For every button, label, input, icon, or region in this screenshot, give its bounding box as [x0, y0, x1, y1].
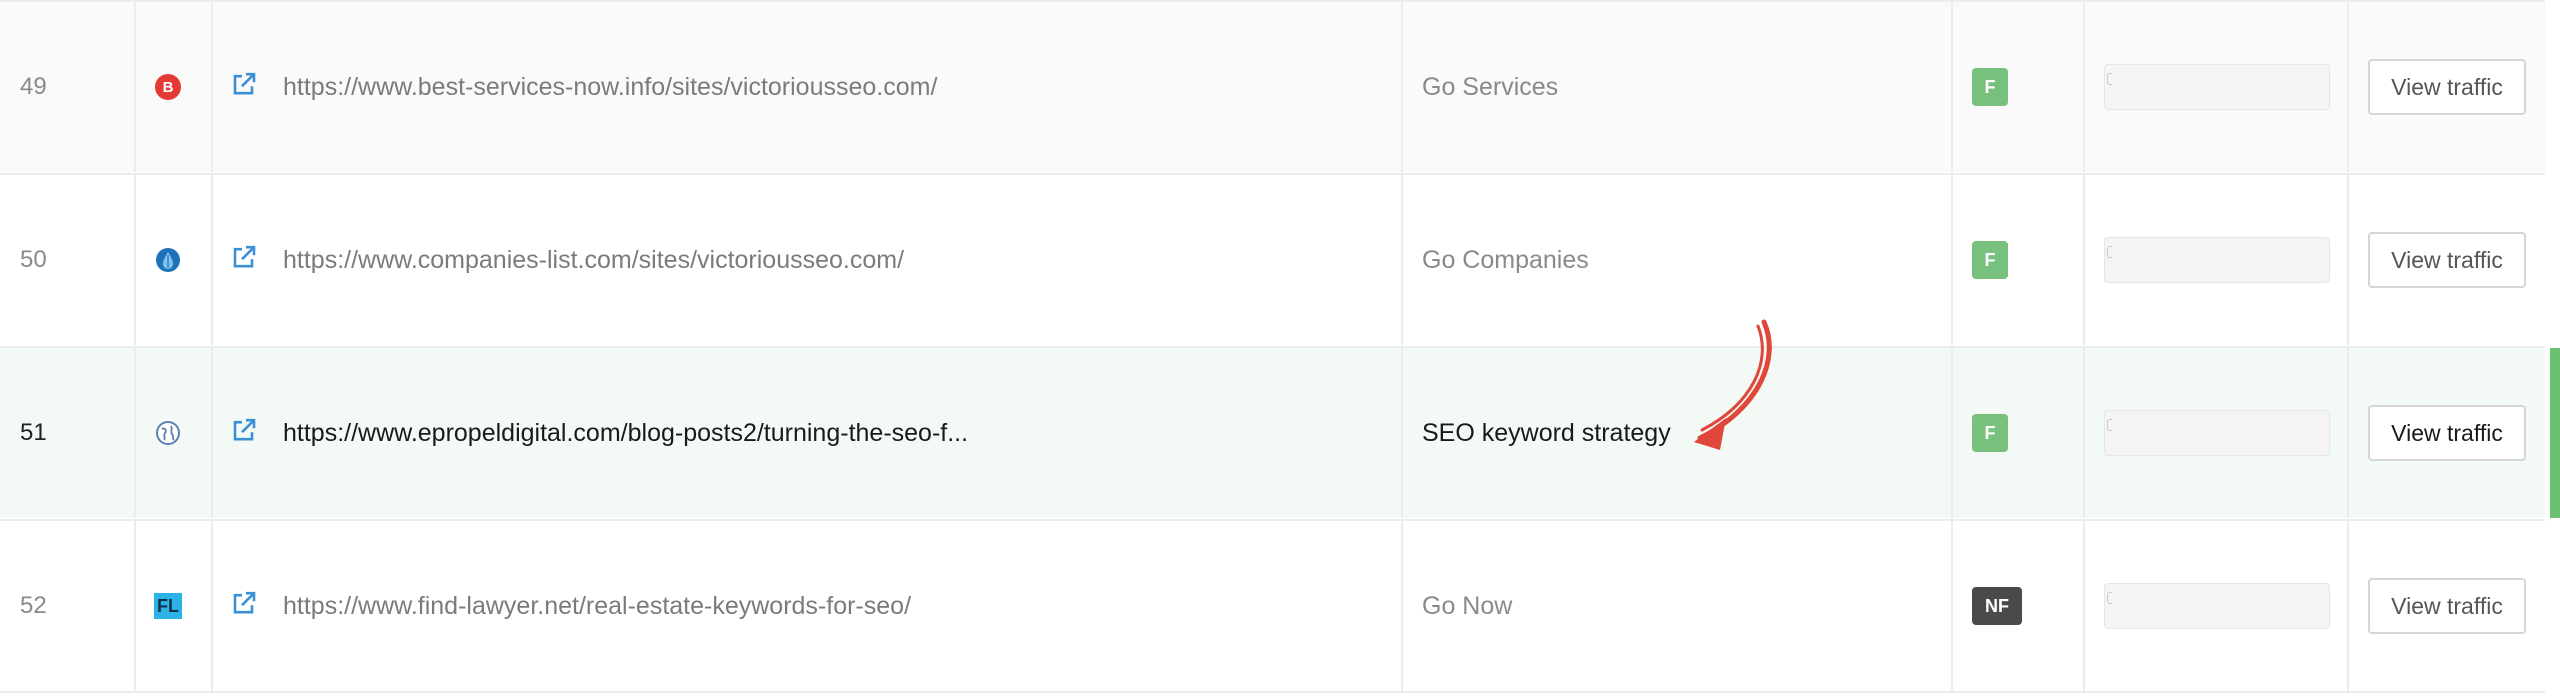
anchor-text: Go Services	[1422, 72, 1559, 101]
external-link-icon[interactable]	[230, 70, 258, 98]
table-row: 49 B https://www.best-services-now.info/…	[0, 0, 2545, 172]
row-number: 51	[20, 419, 47, 446]
globe-icon	[154, 419, 182, 447]
traffic-input[interactable]	[2104, 64, 2330, 110]
anchor-text: SEO keyword strategy	[1422, 418, 1671, 447]
selected-row-indicator	[2550, 348, 2560, 518]
source-url-link[interactable]: https://www.best-services-now.info/sites…	[283, 2, 937, 172]
source-url-link[interactable]: https://www.epropeldigital.com/blog-post…	[283, 348, 968, 518]
fl-logo-icon: FL	[154, 592, 182, 620]
row-number: 50	[20, 246, 47, 273]
view-traffic-button[interactable]: View traffic	[2368, 59, 2526, 115]
view-traffic-button[interactable]: View traffic	[2368, 405, 2526, 461]
row-number: 52	[20, 592, 47, 619]
source-url-link[interactable]: https://www.find-lawyer.net/real-estate-…	[283, 521, 911, 691]
blue-drop-circle-icon	[154, 246, 182, 274]
external-link-icon[interactable]	[230, 243, 258, 271]
follow-badge: F	[1972, 414, 2008, 452]
table-row: 50 https://www.companies-list.com/sites/…	[0, 173, 2545, 345]
follow-badge: F	[1972, 241, 2008, 279]
traffic-input[interactable]	[2104, 583, 2330, 629]
view-traffic-button[interactable]: View traffic	[2368, 578, 2526, 634]
follow-badge: F	[1972, 68, 2008, 106]
table-row-highlighted: 51 https://www.epropeldigital.com/blog-p…	[0, 346, 2560, 518]
svg-text:B: B	[163, 79, 174, 96]
source-url-link[interactable]: https://www.companies-list.com/sites/vic…	[283, 175, 904, 345]
anchor-text: Go Companies	[1422, 245, 1589, 274]
view-traffic-button[interactable]: View traffic	[2368, 232, 2526, 288]
annotation-arrow-icon	[1694, 319, 1772, 450]
backlinks-table: 49 B https://www.best-services-now.info/…	[0, 0, 2560, 696]
traffic-input[interactable]	[2104, 410, 2330, 456]
external-link-icon[interactable]	[230, 416, 258, 444]
b-red-circle-icon: B	[154, 73, 182, 101]
anchor-text: Go Now	[1422, 591, 1513, 620]
row-number: 49	[20, 73, 47, 100]
table-row: 52 FL https://www.find-lawyer.net/real-e…	[0, 519, 2545, 693]
external-link-icon[interactable]	[230, 589, 258, 617]
traffic-input[interactable]	[2104, 237, 2330, 283]
nofollow-badge: NF	[1972, 587, 2022, 625]
